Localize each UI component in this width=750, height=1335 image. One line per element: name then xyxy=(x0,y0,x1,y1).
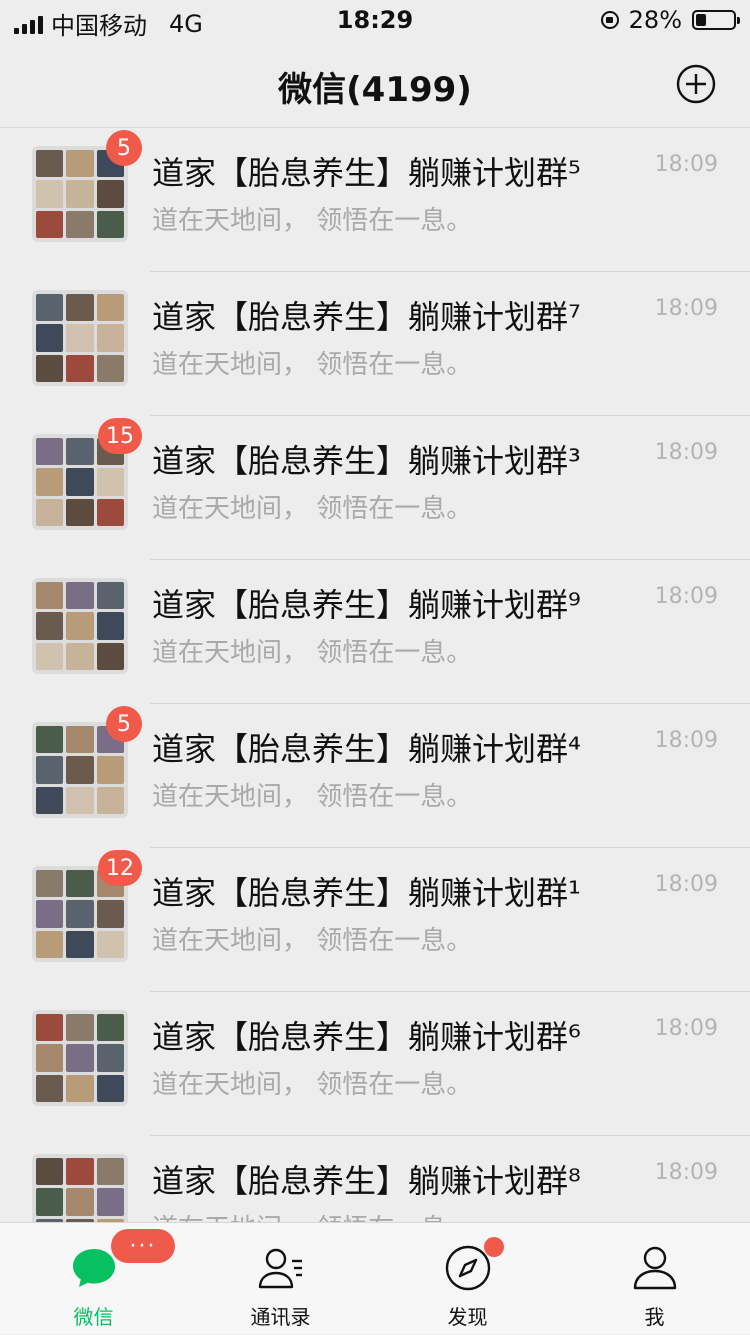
group-avatar xyxy=(32,1154,128,1222)
person-icon xyxy=(633,1246,676,1290)
chat-row[interactable]: 15 道家【胎息养生】躺赚计划群³ 道在天地间， 领悟在一息。 18:09 xyxy=(0,416,750,560)
tab-contacts-label: 通讯录 xyxy=(250,1305,311,1329)
chat-preview: 道在天地间， 领悟在一息。 xyxy=(152,926,473,956)
tab-discover[interactable]: 发现 xyxy=(374,1223,561,1335)
battery-fill xyxy=(696,14,706,26)
chat-row[interactable]: 道家【胎息养生】躺赚计划群⁷ 道在天地间， 领悟在一息。 18:09 xyxy=(0,272,750,416)
chat-time: 18:09 xyxy=(654,296,718,321)
chat-name: 道家【胎息养生】躺赚计划群⁸ xyxy=(152,1162,581,1200)
chat-name: 道家【胎息养生】躺赚计划群⁹ xyxy=(152,586,581,624)
chat-time: 18:09 xyxy=(654,728,718,753)
page-title: 微信(4199) xyxy=(278,70,472,110)
chat-list[interactable]: 5 道家【胎息养生】躺赚计划群⁵ 道在天地间， 领悟在一息。 18:09 道家【胎息养生… xyxy=(0,128,750,1222)
chat-row[interactable]: 5 道家【胎息养生】躺赚计划群⁴ 道在天地间， 领悟在一息。 18:09 xyxy=(0,704,750,848)
unread-badge: 5 xyxy=(106,706,142,742)
chat-preview: 道在天地间， 领悟在一息。 xyxy=(152,206,473,236)
status-right: 28% xyxy=(600,6,740,34)
tab-discover-label: 发现 xyxy=(447,1305,488,1329)
chat-preview: 道在天地间， 领悟在一息。 xyxy=(152,350,473,380)
chat-preview: 道在天地间， 领悟在一息。 xyxy=(152,494,473,524)
navigation-bar: 微信(4199) xyxy=(0,40,750,128)
chat-preview: 道在天地间， 领悟在一息。 xyxy=(152,638,473,668)
discover-new-dot xyxy=(484,1237,504,1257)
plus-circle-icon[interactable] xyxy=(676,64,716,104)
chat-name: 道家【胎息养生】躺赚计划群³ xyxy=(152,442,581,480)
chat-time: 18:09 xyxy=(654,152,718,177)
chat-time: 18:09 xyxy=(654,584,718,609)
tab-me[interactable]: 我 xyxy=(561,1223,748,1335)
chat-row[interactable]: 道家【胎息养生】躺赚计划群⁸ 道在天地间， 领悟在一息。 18:09 xyxy=(0,1136,750,1222)
unread-badge: 15 xyxy=(98,418,142,454)
chat-row[interactable]: 5 道家【胎息养生】躺赚计划群⁵ 道在天地间， 领悟在一息。 18:09 xyxy=(0,128,750,272)
chat-preview: 道在天地间， 领悟在一息。 xyxy=(152,1070,473,1100)
chat-name: 道家【胎息养生】躺赚计划群⁷ xyxy=(152,298,581,336)
battery-icon xyxy=(692,10,740,30)
chat-name: 道家【胎息养生】躺赚计划群⁶ xyxy=(152,1018,581,1056)
chat-time: 18:09 xyxy=(654,440,718,465)
tab-me-label: 我 xyxy=(644,1305,665,1329)
tab-chats-label: 微信 xyxy=(73,1305,114,1329)
chat-name: 道家【胎息养生】躺赚计划群⁵ xyxy=(152,154,581,192)
tab-bar: ··· 微信 通讯录 发现 我 xyxy=(0,1222,750,1334)
chat-time: 18:09 xyxy=(654,1016,718,1041)
unread-badge: 5 xyxy=(106,130,142,166)
chat-name: 道家【胎息养生】躺赚计划群¹ xyxy=(152,874,581,912)
contacts-icon xyxy=(258,1248,302,1289)
group-avatar xyxy=(32,1010,128,1106)
rotation-lock-icon xyxy=(600,11,619,29)
chat-time: 18:09 xyxy=(654,872,718,897)
status-bar: 中国移动 4G 18:29 28% xyxy=(0,0,750,40)
chat-row[interactable]: 道家【胎息养生】躺赚计划群⁶ 道在天地间， 领悟在一息。 18:09 xyxy=(0,992,750,1136)
group-avatar xyxy=(32,578,128,674)
tab-chats[interactable]: ··· 微信 xyxy=(0,1223,187,1335)
battery-percent: 28% xyxy=(628,6,682,34)
unread-badge: 12 xyxy=(98,850,142,886)
chat-row[interactable]: 12 道家【胎息养生】躺赚计划群¹ 道在天地间， 领悟在一息。 18:09 xyxy=(0,848,750,992)
group-avatar xyxy=(32,290,128,386)
chat-preview: 道在天地间， 领悟在一息。 xyxy=(152,1208,472,1222)
chat-time: 18:09 xyxy=(654,1160,718,1185)
chat-preview: 道在天地间， 领悟在一息。 xyxy=(152,782,473,812)
chat-row[interactable]: 道家【胎息养生】躺赚计划群⁹ 道在天地间， 领悟在一息。 18:09 xyxy=(0,560,750,704)
tab-contacts[interactable]: 通讯录 xyxy=(187,1223,374,1335)
chat-name: 道家【胎息养生】躺赚计划群⁴ xyxy=(152,730,581,768)
chats-unread-badge: ··· xyxy=(111,1229,175,1263)
